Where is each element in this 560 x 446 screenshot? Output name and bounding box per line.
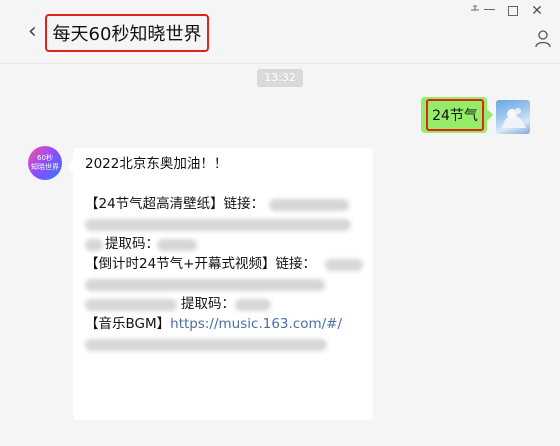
incoming-message-bubble[interactable]: 2022北京东奥加油！！ 【24节气超高清壁纸】链接： 提取码： 【倒计时24节… [67, 148, 373, 420]
redacted-text [85, 339, 327, 351]
redacted-text [235, 299, 271, 311]
avatar-text-top: 60秒 [37, 154, 53, 162]
redacted-text [269, 199, 349, 211]
chevron-left-icon[interactable]: ‹ [28, 20, 44, 44]
user-icon[interactable] [535, 30, 551, 48]
my-avatar[interactable] [496, 100, 530, 134]
redacted-text [85, 279, 325, 291]
title-divider [0, 63, 560, 64]
message-line: 【音乐BGM】https://music.163.com/#/ [85, 314, 342, 334]
message-line: 2022北京东奥加油！！ [85, 156, 228, 172]
message-line: 提取码： [181, 296, 235, 312]
redacted-text [325, 259, 363, 271]
redacted-text [85, 299, 177, 311]
message-line: 【24节气超高清壁纸】链接： [85, 196, 265, 212]
maximize-icon[interactable] [506, 4, 520, 18]
message-line: 【倒计时24节气+开幕式视频】链接： [85, 256, 316, 272]
avatar-text-bottom: 知晓世界 [31, 163, 59, 171]
title-bar: ‹ 每天60秒知晓世界 ✕ [0, 0, 560, 64]
chat-title-highlight: 每天60秒知晓世界 [45, 14, 209, 52]
outgoing-message-highlight: 24节气 [426, 99, 484, 131]
pin-icon[interactable] [468, 4, 482, 18]
contact-avatar[interactable]: 60秒 知晓世界 [28, 146, 62, 180]
redacted-text [85, 219, 351, 231]
chat-title: 每天60秒知晓世界 [52, 24, 202, 45]
music-link[interactable]: https://music.163.com/#/ [170, 316, 342, 332]
close-icon[interactable]: ✕ [530, 4, 544, 18]
message-timestamp: 13:32 [257, 69, 303, 87]
redacted-text [85, 239, 103, 251]
music-label: 【音乐BGM】 [85, 316, 171, 332]
outgoing-message-text: 24节气 [432, 108, 478, 124]
minimize-icon[interactable] [482, 2, 496, 16]
redacted-text [157, 239, 197, 251]
message-line: 提取码： [105, 236, 159, 252]
